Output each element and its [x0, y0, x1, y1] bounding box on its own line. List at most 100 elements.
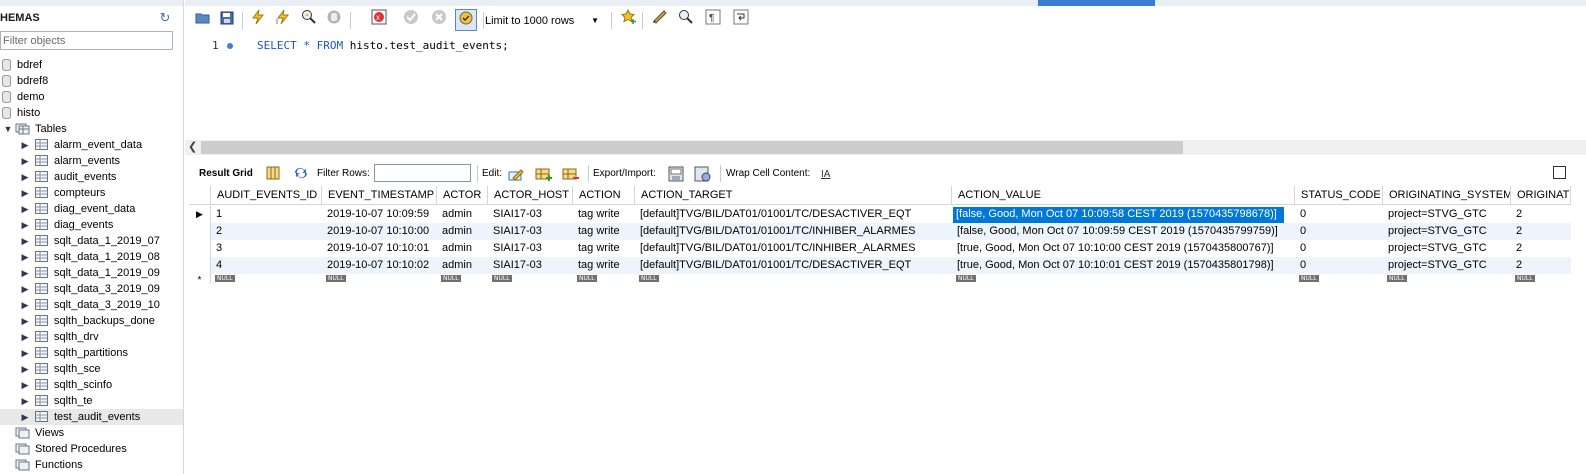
null-badge[interactable]: NULL	[639, 275, 659, 282]
table-item[interactable]: ▶ diag_event_data	[0, 201, 183, 217]
commit-icon[interactable]	[400, 9, 422, 31]
wrap-icon[interactable]	[730, 9, 752, 31]
grid-cell[interactable]: 0	[1295, 241, 1383, 258]
null-badge[interactable]: NULL	[492, 275, 512, 282]
schema-item[interactable]: bdref	[0, 57, 183, 73]
row-header[interactable]	[189, 240, 211, 257]
expand-arrow-icon[interactable]: ▶	[20, 265, 30, 281]
grid-layout-icon[interactable]	[265, 166, 281, 182]
grid-cell[interactable]: admin	[437, 241, 488, 258]
tables-folder[interactable]: ▼ Tables	[0, 121, 183, 137]
null-badge[interactable]: NULL	[1299, 275, 1319, 282]
expand-arrow-icon[interactable]: ▶	[20, 361, 30, 377]
schema-item[interactable]: demo	[0, 89, 183, 105]
grid-cell[interactable]: 2	[1511, 224, 1571, 241]
sql-editor[interactable]: 1 SELECT * FROM histo.test_audit_events;	[185, 35, 1586, 140]
refresh-results-icon[interactable]	[293, 166, 309, 182]
result-grid-tab[interactable]: Result Grid	[199, 163, 253, 185]
bookmark-icon[interactable]	[618, 8, 640, 31]
folder-item[interactable]: Functions	[0, 457, 183, 473]
toggle-error-icon[interactable]: x	[368, 9, 390, 31]
expand-arrow-icon[interactable]: ▼	[3, 121, 13, 137]
expand-arrow-icon[interactable]: ▶	[20, 217, 30, 233]
grid-cell[interactable]: [true, Good, Mon Oct 07 10:10:01 CEST 20…	[952, 258, 1295, 275]
invisible-chars-icon[interactable]: ¶	[702, 9, 724, 31]
null-badge[interactable]: NULL	[326, 275, 346, 282]
grid-cell[interactable]: 0	[1295, 207, 1383, 224]
grid-cell[interactable]: 2	[211, 224, 322, 241]
table-item[interactable]: ▶ sqlth_partitions	[0, 345, 183, 361]
new-row-marker[interactable]: *	[189, 270, 211, 286]
row-header[interactable]	[189, 223, 211, 240]
table-item[interactable]: ▶ sqlth_te	[0, 393, 183, 409]
null-badge[interactable]: NULL	[441, 275, 461, 282]
tab-active[interactable]	[1038, 0, 1155, 6]
expand-arrow-icon[interactable]: ▶	[20, 297, 30, 313]
filter-rows-input[interactable]	[374, 164, 471, 182]
table-item[interactable]: ▶ test_audit_events	[0, 409, 183, 425]
folder-item[interactable]: Stored Procedures	[0, 441, 183, 457]
column-header[interactable]: ORIGINATI	[1511, 186, 1571, 205]
grid-cell[interactable]: project=STVG_GTC	[1383, 224, 1511, 241]
scroll-left-icon[interactable]: ❮	[188, 140, 197, 155]
find-icon[interactable]	[675, 9, 697, 31]
wrap-cell-icon[interactable]: IA	[819, 166, 835, 182]
column-header[interactable]: ACTION_VALUE	[952, 186, 1295, 205]
insert-row-icon[interactable]	[535, 166, 552, 182]
expand-arrow-icon[interactable]: ▶	[20, 201, 30, 217]
grid-cell[interactable]: SIAI17-03	[488, 241, 573, 258]
grid-cell[interactable]: project=STVG_GTC	[1383, 258, 1511, 275]
expand-arrow-icon[interactable]: ▶	[20, 345, 30, 361]
limit-rows-select[interactable]: Limit to 1000 rows ▼	[481, 10, 606, 30]
grid-cell[interactable]: [default]TVG/BIL/DAT01/01001/TC/DESACTIV…	[635, 207, 952, 224]
grid-cell[interactable]: [default]TVG/BIL/DAT01/01001/TC/INHIBER_…	[635, 241, 952, 258]
grid-cell[interactable]: 0	[1295, 258, 1383, 275]
grid-cell[interactable]: [default]TVG/BIL/DAT01/01001/TC/INHIBER_…	[635, 224, 952, 241]
grid-cell[interactable]: 3	[211, 241, 322, 258]
grid-cell[interactable]: SIAI17-03	[488, 207, 573, 224]
table-item[interactable]: ▶ alarm_events	[0, 153, 183, 169]
expand-arrow-icon[interactable]: ▶	[20, 329, 30, 345]
editor-horizontal-scrollbar[interactable]: ❮	[185, 140, 1586, 155]
column-header[interactable]: ACTION_TARGET	[635, 186, 952, 205]
table-item[interactable]: ▶ diag_events	[0, 217, 183, 233]
schema-item[interactable]: bdref8	[0, 73, 183, 89]
sql-statement[interactable]: SELECT * FROM histo.test_audit_events;	[257, 39, 509, 52]
scrollbar-thumb[interactable]	[201, 141, 1183, 154]
null-badge[interactable]: NULL	[1515, 275, 1535, 282]
table-item[interactable]: ▶ sqlt_data_3_2019_10	[0, 297, 183, 313]
column-header[interactable]: EVENT_TIMESTAMP	[322, 186, 437, 205]
table-item[interactable]: ▶ sqlth_sce	[0, 361, 183, 377]
grid-cell[interactable]: 4	[211, 258, 322, 275]
expand-arrow-icon[interactable]: ▶	[20, 153, 30, 169]
grid-cell[interactable]: [false, Good, Mon Oct 07 10:09:59 CEST 2…	[952, 224, 1295, 241]
grid-cell[interactable]: project=STVG_GTC	[1383, 207, 1511, 224]
current-row-arrow-icon[interactable]: ▶	[189, 206, 211, 223]
null-badge[interactable]: NULL	[215, 275, 235, 282]
grid-cell[interactable]: 2	[1511, 258, 1571, 275]
refresh-icon[interactable]: ↻	[157, 10, 173, 26]
column-header[interactable]: AUDIT_EVENTS_ID	[211, 186, 322, 205]
expand-arrow-icon[interactable]: ▶	[20, 377, 30, 393]
null-badge[interactable]: NULL	[577, 275, 597, 282]
autocommit-icon[interactable]	[455, 9, 477, 31]
grid-cell[interactable]: [true, Good, Mon Oct 07 10:10:00 CEST 20…	[952, 241, 1295, 258]
column-header[interactable]: ORIGINATING_SYSTEM	[1383, 186, 1511, 205]
expand-arrow-icon[interactable]: ▶	[20, 409, 30, 425]
null-badge[interactable]: NULL	[1387, 275, 1407, 282]
grid-cell[interactable]: admin	[437, 207, 488, 224]
grid-cell[interactable]: 2019-10-07 10:09:59	[322, 207, 437, 224]
filter-objects-input[interactable]	[0, 31, 173, 50]
table-item[interactable]: ▶ compteurs	[0, 185, 183, 201]
grid-cell[interactable]: 2	[1511, 241, 1571, 258]
table-item[interactable]: ▶ sqlt_data_1_2019_08	[0, 249, 183, 265]
grid-cell[interactable]: admin	[437, 258, 488, 275]
explain-icon[interactable]	[298, 9, 320, 31]
grid-cell[interactable]: admin	[437, 224, 488, 241]
execute-current-icon[interactable]: I	[272, 9, 294, 31]
column-header[interactable]: ACTOR_HOST	[488, 186, 573, 205]
expand-arrow-icon[interactable]: ▶	[20, 313, 30, 329]
save-icon[interactable]	[216, 9, 238, 31]
execute-icon[interactable]	[247, 9, 269, 31]
table-item[interactable]: ▶ sqlt_data_1_2019_07	[0, 233, 183, 249]
